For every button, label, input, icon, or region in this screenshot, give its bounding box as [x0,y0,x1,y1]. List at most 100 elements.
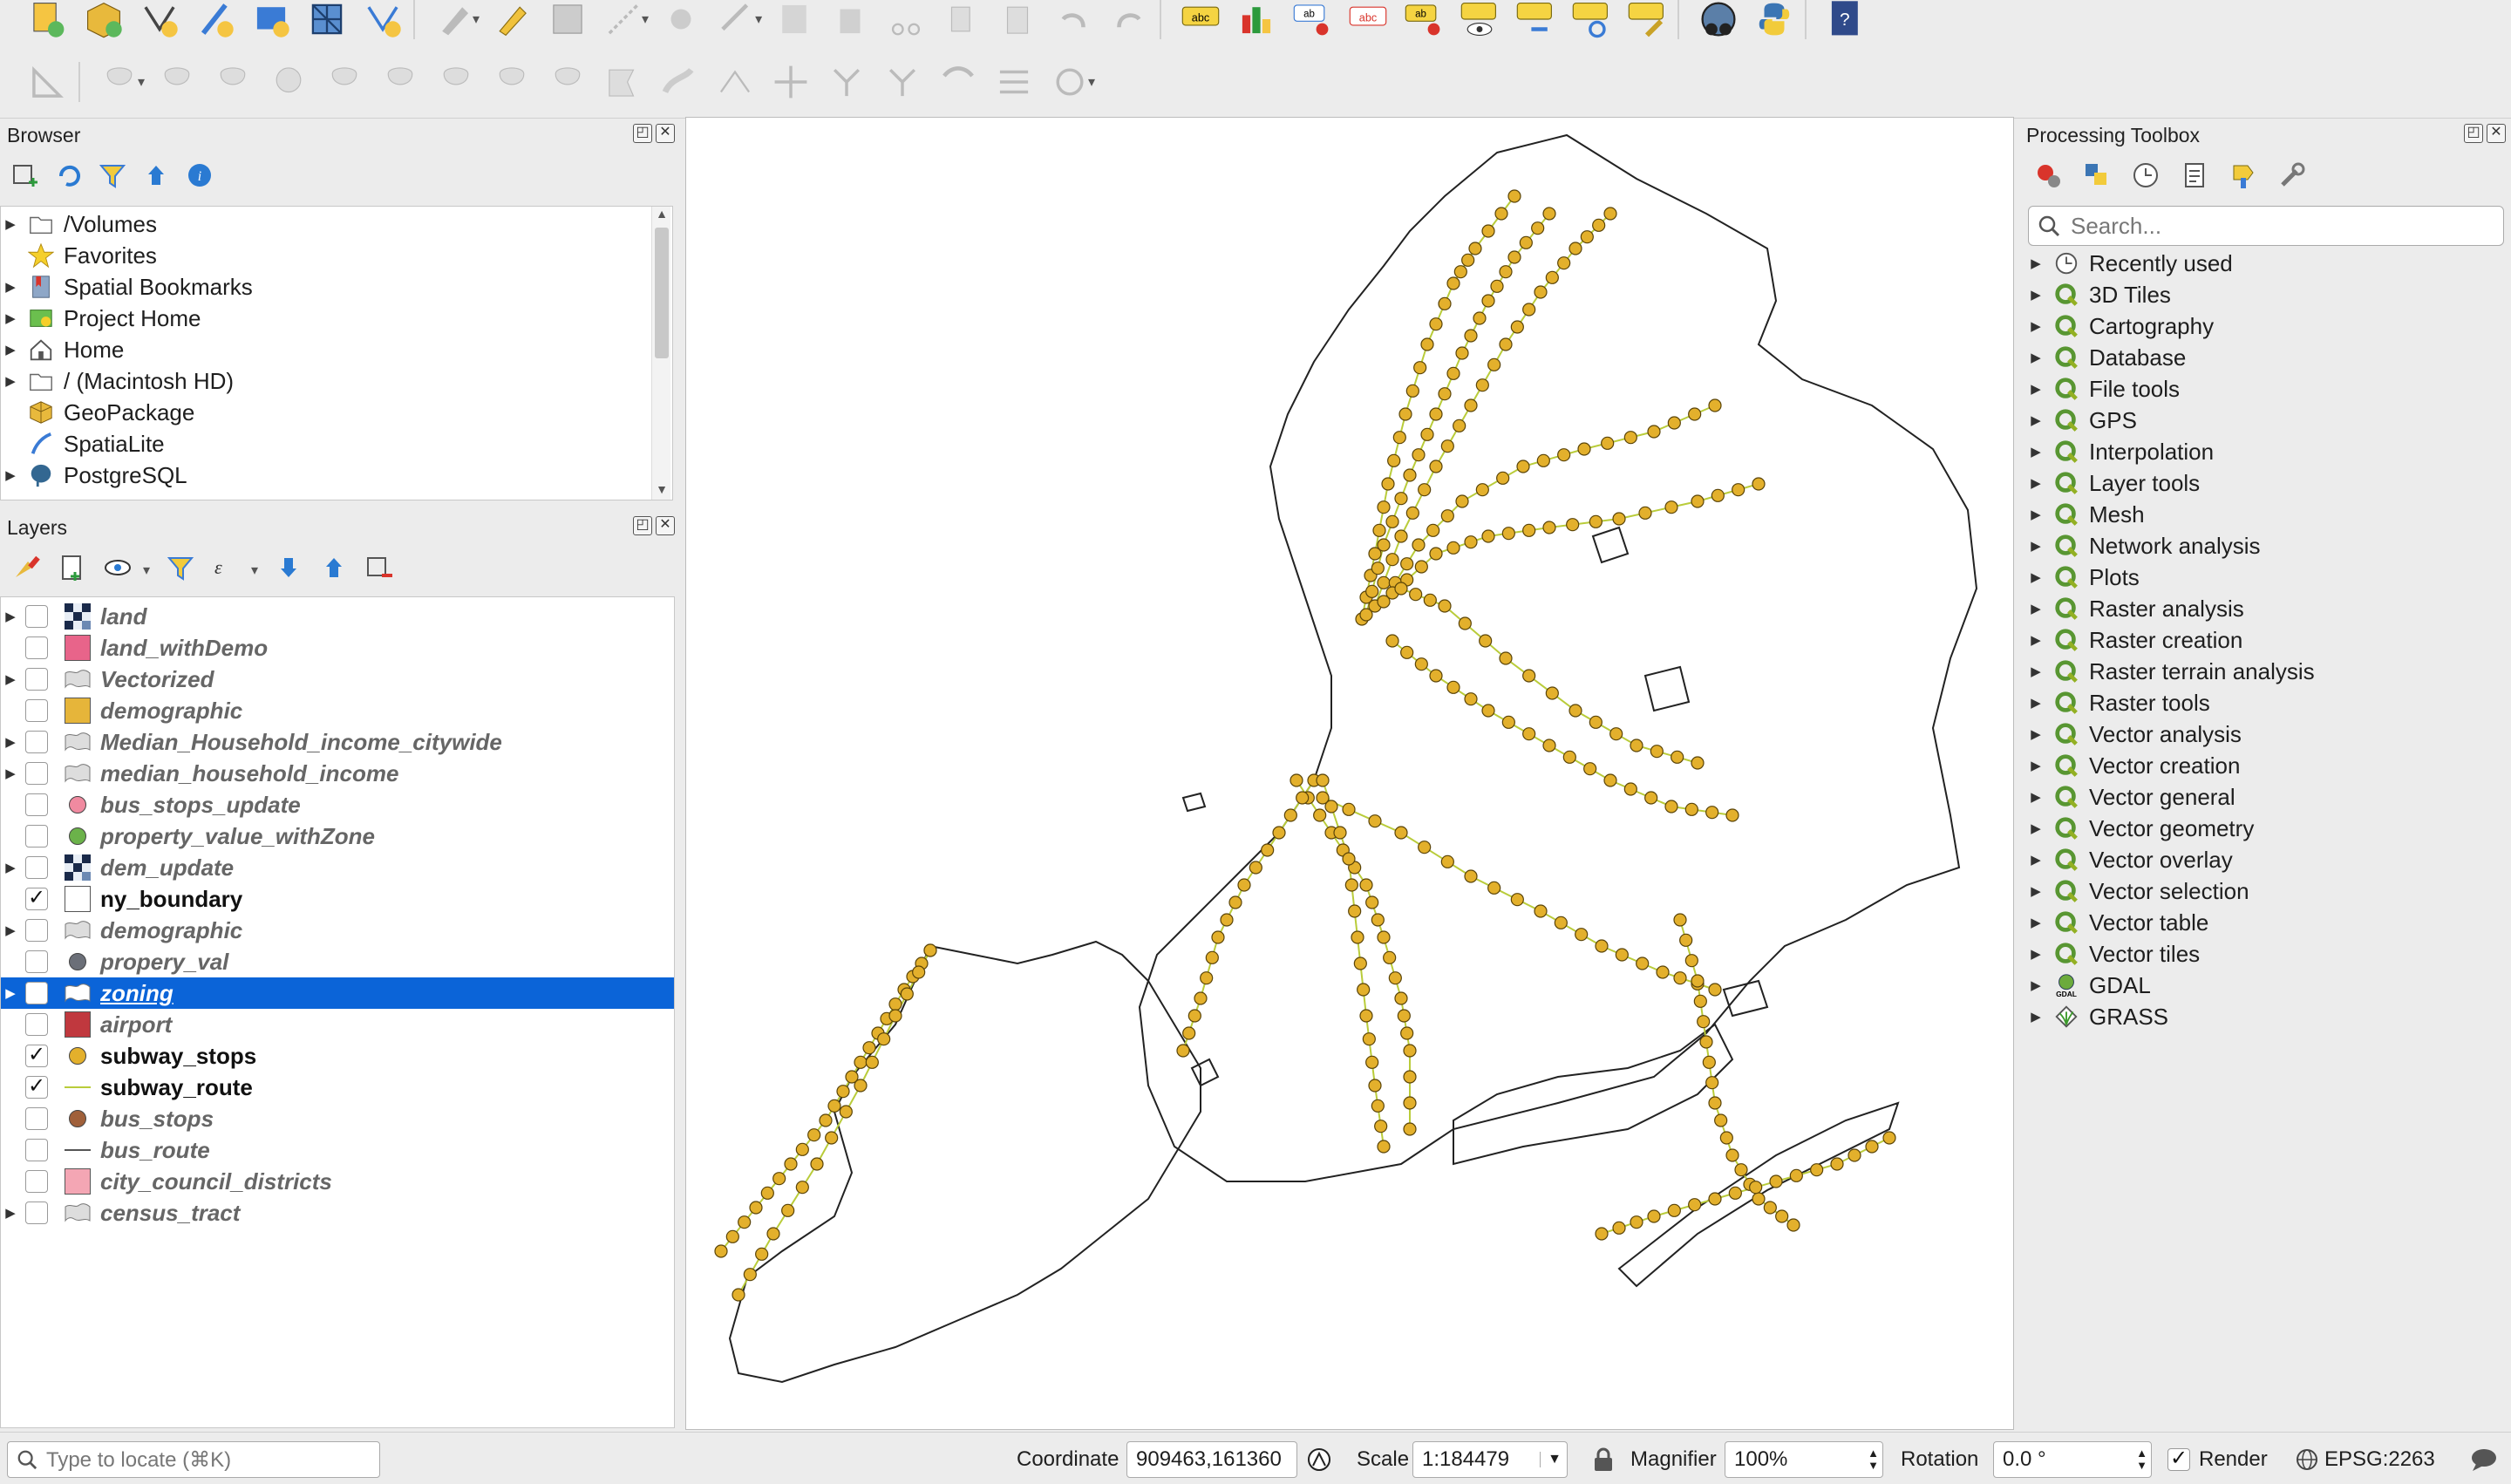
filter-icon[interactable] [98,160,127,194]
expand-arrow-icon[interactable]: ▶ [2026,789,2045,805]
expand-arrow-icon[interactable]: ▶ [2026,726,2045,742]
layer-visibility-checkbox[interactable] [25,1201,48,1224]
expand-arrow-icon[interactable]: ▶ [2026,507,2045,522]
vertex-tool-icon[interactable] [657,0,704,43]
magnifier-spinbox[interactable]: 100% ▲ ▼ [1725,1441,1883,1478]
expand-arrow-icon[interactable]: ▶ [1,766,20,781]
expand-arrow-icon[interactable]: ▶ [2026,1009,2045,1025]
remove-layer-icon[interactable] [364,553,394,587]
toggle-extents-icon[interactable] [1306,1447,1332,1473]
toolbox-group[interactable]: ▶ GRASS [2026,1001,2511,1032]
toolbox-group[interactable]: ▶ Vector overlay [2026,844,2511,875]
layer-row[interactable]: ✓ subway_route [1,1072,674,1103]
layer-visibility-checkbox[interactable] [25,699,48,722]
redo-icon[interactable] [1106,0,1153,43]
layer-row[interactable]: propery_val [1,946,674,977]
layer-row[interactable]: ▶ zoning [1,977,674,1009]
toolbox-group[interactable]: ▶ Vector general [2026,781,2511,813]
map-canvas[interactable] [685,117,2014,1430]
rotate-feature-icon[interactable] [1046,58,1093,106]
toolbox-group[interactable]: ▶ Mesh [2026,499,2511,530]
expand-arrow-icon[interactable]: ▶ [1,922,20,938]
ruler-icon[interactable] [24,58,71,106]
layer-row[interactable]: ▶ demographic [1,915,674,946]
layer-visibility-checkbox[interactable] [25,1170,48,1193]
browser-item[interactable]: GeoPackage [1,397,672,428]
delete-icon[interactable] [827,0,874,43]
results-viewer-icon[interactable] [2180,160,2209,194]
layer-row[interactable]: ▶ Median_Household_income_citywide [1,726,674,758]
layer-visibility-checkbox[interactable]: ✓ [25,888,48,910]
browser-item[interactable]: Favorites [1,240,672,271]
toolbox-group[interactable]: ▶ Recently used [2026,248,2511,279]
expand-arrow-icon[interactable]: ▶ [1,609,20,624]
expand-arrow-icon[interactable]: ▶ [1,671,20,687]
split-parts-icon[interactable] [600,58,647,106]
expand-arrow-icon[interactable]: ▶ [2026,664,2045,679]
expand-arrow-icon[interactable]: ▶ [2026,569,2045,585]
copy-icon[interactable] [938,0,985,43]
layer-row[interactable]: bus_stops_update [1,789,674,820]
change-label-icon[interactable] [1568,0,1615,43]
merge-features-icon[interactable] [656,58,703,106]
toolbox-group[interactable]: ▶ Database [2026,342,2511,373]
expand-arrow-icon[interactable]: ▶ [2026,538,2045,554]
toolbox-search-input[interactable]: Search... [2028,206,2504,246]
highlight-label-icon[interactable]: abc [1344,0,1392,43]
split-features-icon[interactable] [544,58,591,106]
browser-scrollbar[interactable]: ▲ ▼ [651,207,670,500]
expand-all-icon[interactable] [274,553,303,587]
simplify-icon[interactable] [823,58,870,106]
expand-arrow-icon[interactable]: ▶ [1,734,20,750]
chevron-down-icon[interactable]: ▾ [143,562,150,579]
expand-arrow-icon[interactable]: ▶ [2026,946,2045,962]
expand-arrow-icon[interactable]: ▶ [2026,412,2045,428]
lock-scale-icon[interactable] [1592,1447,1615,1473]
expand-arrow-icon[interactable]: ▶ [2026,287,2045,303]
expand-arrow-icon[interactable]: ▶ [1,216,20,232]
browser-item[interactable]: ▶ / (Macintosh HD) [1,365,672,397]
align-icon[interactable] [990,58,1038,106]
render-checkbox[interactable]: ✓ [2167,1448,2190,1471]
chevron-down-icon[interactable]: ▾ [138,73,145,91]
expand-arrow-icon[interactable]: ▶ [1,985,20,1001]
layer-row[interactable]: ✓ subway_stops [1,1040,674,1072]
chevron-down-icon[interactable]: ▼ [1540,1452,1562,1467]
new-geopackage-layer-icon[interactable] [80,0,127,43]
layer-visibility-checkbox[interactable] [25,1139,48,1161]
history-icon[interactable] [2131,160,2161,194]
layer-row[interactable]: ✓ ny_boundary [1,883,674,915]
toolbox-group[interactable]: ▶ Vector geometry [2026,813,2511,844]
collapse-all-icon[interactable] [141,160,171,194]
python-scripts-icon[interactable] [2082,160,2112,194]
scale-combobox[interactable]: 1:184479 ▼ [1412,1441,1568,1478]
expand-arrow-icon[interactable]: ▶ [2026,318,2045,334]
toolbox-group[interactable]: ▶ GDAL GDAL [2026,970,2511,1001]
save-edits-icon[interactable] [544,0,591,43]
toolbox-group[interactable]: ▶ Vector selection [2026,875,2511,907]
expand-arrow-icon[interactable]: ▶ [2026,350,2045,365]
toolbox-group[interactable]: ▶ Raster tools [2026,687,2511,718]
edit-features-in-place-icon[interactable] [2229,160,2258,194]
expand-arrow-icon[interactable]: ▶ [2026,475,2045,491]
expand-arrow-icon[interactable]: ▶ [2026,601,2045,616]
expand-arrow-icon[interactable]: ▶ [1,279,20,295]
layer-row[interactable]: property_value_withZone [1,820,674,852]
float-panel-icon[interactable]: ◰ [633,124,652,143]
layer-row[interactable]: ▶ land [1,601,674,632]
layer-visibility-checkbox[interactable] [25,793,48,816]
toolbox-group[interactable]: ▶ Vector tiles [2026,938,2511,970]
options-icon[interactable] [2277,160,2307,194]
expand-arrow-icon[interactable]: ▶ [2026,255,2045,271]
toolbox-group[interactable]: ▶ Plots [2026,562,2511,593]
locator-input[interactable]: Type to locate (⌘K) [7,1441,380,1478]
close-panel-icon[interactable]: ✕ [2487,124,2506,143]
layer-visibility-checkbox[interactable] [25,1013,48,1036]
expand-arrow-icon[interactable]: ▶ [2026,977,2045,993]
style-manager-icon[interactable] [12,553,42,587]
chevron-down-icon[interactable]: ▾ [473,10,480,28]
layer-row[interactable]: land_withDemo [1,632,674,664]
layer-visibility-checkbox[interactable] [25,762,48,785]
close-panel-icon[interactable]: ✕ [656,516,675,535]
help-icon[interactable]: ? [1822,0,1869,43]
